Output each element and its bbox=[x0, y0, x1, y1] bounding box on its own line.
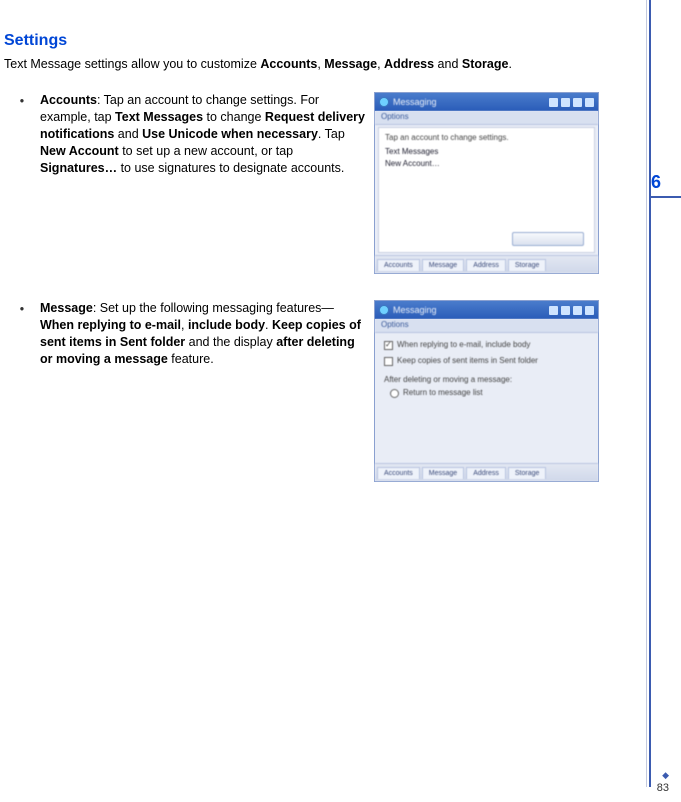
bullet: • bbox=[4, 92, 40, 274]
accounts-text: Accounts: Tap an account to change setti… bbox=[40, 92, 374, 274]
decorative-rule-light bbox=[646, 0, 647, 787]
bullet: • bbox=[4, 300, 40, 482]
chapter-number: 6 bbox=[651, 170, 661, 194]
message-text: Message: Set up the following messaging … bbox=[40, 300, 374, 482]
intro-accounts: Accounts bbox=[260, 57, 317, 71]
screenshot-accounts: Messaging Options Tap an account to chan… bbox=[374, 92, 599, 274]
screenshot-message: Messaging Options When replying to e-mai… bbox=[374, 300, 599, 482]
intro-text: Text Message settings allow you to custo… bbox=[4, 56, 626, 73]
page-number: 83 bbox=[657, 781, 669, 796]
accounts-section: • Accounts: Tap an account to change set… bbox=[4, 92, 626, 274]
intro-message: Message bbox=[324, 57, 377, 71]
intro-address: Address bbox=[384, 57, 434, 71]
intro-prefix: Text Message settings allow you to custo… bbox=[4, 57, 260, 71]
decorative-tab bbox=[651, 196, 681, 198]
decorative-rule bbox=[649, 0, 651, 787]
message-section: • Message: Set up the following messagin… bbox=[4, 300, 626, 482]
intro-storage: Storage bbox=[462, 57, 509, 71]
page-title: Settings bbox=[4, 30, 626, 52]
signatures-button-visual bbox=[512, 232, 584, 246]
